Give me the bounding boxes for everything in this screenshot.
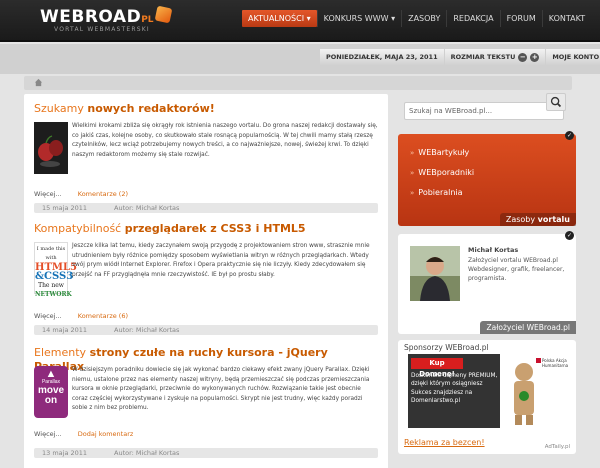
- text-size-decrease-button[interactable]: −: [518, 53, 528, 62]
- double-chevron-icon: »: [410, 189, 415, 197]
- home-icon[interactable]: [34, 78, 43, 87]
- author-name: Michał Kortas: [468, 246, 519, 254]
- thumb-line: I made this with: [36, 246, 66, 261]
- checkmark-icon: ✓: [565, 231, 574, 240]
- sponsors-panel: Sponsorzy WEBroad.pl Kup Domenę! Doskona…: [398, 340, 576, 454]
- resource-link[interactable]: » WEBartykuły: [406, 146, 566, 160]
- text-size-increase-button[interactable]: +: [530, 53, 540, 62]
- thumb-line: &CSS3: [35, 271, 74, 282]
- site-logo[interactable]: WEBROADPL VORTAL WEBMASTERSKI: [40, 5, 172, 33]
- title-highlight: przeglądarek z CSS3 i HTML5: [124, 222, 306, 235]
- comments-link[interactable]: Komentarze (6): [78, 312, 128, 320]
- article-meta-bar: 13 maja 2011 Autor: Michał Kortas: [34, 448, 378, 458]
- article-links: Więcej... Komentarze (6): [34, 312, 142, 320]
- article-meta-bar: 14 maja 2011 Autor: Michał Kortas: [34, 325, 378, 335]
- article-date: 15 maja 2011: [42, 204, 88, 212]
- search-icon[interactable]: [546, 93, 566, 111]
- resource-link[interactable]: » Pobieralnia: [406, 186, 566, 200]
- title-prefix: Elementy: [34, 346, 90, 359]
- my-account-button[interactable]: MOJE KONTO: [546, 49, 600, 66]
- adtaily-credit[interactable]: AdTaily.pl: [545, 444, 570, 450]
- resource-link[interactable]: » WEBporadniki: [406, 166, 566, 180]
- article-excerpt: Jeszcze kilka lat temu, kiedy zaczynałem…: [72, 243, 370, 278]
- title-highlight: nowych redaktorów!: [87, 102, 215, 115]
- logo-tagline: VORTAL WEBMASTERSKI: [54, 26, 150, 33]
- article-thumbnail[interactable]: I made this with HTML5 &CSS3 The new NET…: [34, 242, 77, 298]
- article-meta-bar: 15 maja 2011 Autor: Michał Kortas: [34, 203, 378, 213]
- advertise-link[interactable]: Reklama za bezcen!: [404, 438, 485, 447]
- up-arrow-icon: ▲: [45, 368, 57, 380]
- ad-headline: Kup Domenę!: [411, 358, 463, 378]
- read-more-link[interactable]: Więcej...: [34, 430, 62, 438]
- text-size-control: ROZMIAR TEKSTU − +: [444, 49, 546, 66]
- article-excerpt: Wielkimi krokami zbliża się okrągły rok …: [72, 123, 378, 158]
- comments-link[interactable]: Komentarze (2): [78, 190, 128, 198]
- checkmark-icon: ✓: [565, 131, 574, 140]
- tab-bold: vortalu: [537, 215, 570, 224]
- read-more-link[interactable]: Więcej...: [34, 312, 62, 320]
- title-prefix: Kompatybilność: [34, 222, 125, 235]
- sub-toolbar: PONIEDZIAŁEK, MAJA 23, 2011 ROZMIAR TEKS…: [0, 44, 600, 74]
- nav-konkurs[interactable]: KONKURS WWW ▾: [316, 10, 401, 27]
- article-links: Więcej... Komentarze (2): [34, 190, 142, 198]
- author-tab-label: Założyciel WEBroad.pl: [480, 321, 576, 334]
- site-header: WEBROADPL VORTAL WEBMASTERSKI AKTUALNOŚC…: [0, 0, 600, 42]
- breadcrumb: [24, 76, 572, 90]
- article-author[interactable]: Autor: Michał Kortas: [114, 449, 179, 457]
- article-links: Więcej... Dodaj komentarz: [34, 430, 147, 438]
- logo-cube-icon: [154, 5, 172, 24]
- main-content: Szukamy nowych redaktorów! Wielkimi krok…: [24, 94, 388, 468]
- nav-forum[interactable]: FORUM: [499, 10, 542, 27]
- double-chevron-icon: »: [410, 149, 415, 157]
- article-post: Elementy strony czułe na ruchy kursora -…: [34, 346, 378, 468]
- nav-aktualnosci[interactable]: AKTUALNOŚCI ▾: [242, 10, 317, 27]
- resource-link-label: WEBporadniki: [418, 168, 475, 177]
- article-author[interactable]: Autor: Michał Kortas: [114, 326, 179, 334]
- thumb-line: NETWORK: [35, 291, 72, 298]
- article-post: Szukamy nowych redaktorów! Wielkimi krok…: [34, 102, 378, 216]
- comments-link[interactable]: Dodaj komentarz: [78, 430, 134, 438]
- title-prefix: Szukamy: [34, 102, 88, 115]
- article-excerpt: W dzisiejszym poradniku dowiecie się jak…: [72, 367, 370, 412]
- thumb-line: on: [44, 395, 58, 406]
- article-title[interactable]: Kompatybilność przeglądarek z CSS3 i HTM…: [34, 222, 378, 236]
- article-author[interactable]: Autor: Michał Kortas: [114, 204, 179, 212]
- article-date: 13 maja 2011: [42, 449, 88, 457]
- article-post: Kompatybilność przeglądarek z CSS3 i HTM…: [34, 222, 378, 338]
- author-description: Założyciel vortalu WEBroad.pl Webdesigne…: [468, 257, 565, 282]
- author-panel: ✓ Michał Kortas Założyciel vortalu WEBro…: [398, 231, 576, 334]
- sponsors-title: Sponsorzy WEBroad.pl: [404, 343, 489, 352]
- logo-text: WEBROAD: [40, 7, 142, 27]
- nav-redakcja[interactable]: REDAKCJA: [446, 10, 499, 27]
- logo-suffix: PL: [141, 15, 154, 25]
- date-display: PONIEDZIAŁEK, MAJA 23, 2011: [320, 49, 444, 66]
- resources-panel: ✓ » WEBartykuły » WEBporadniki » Pobieralni…: [398, 131, 576, 226]
- ad-text: Doskonałe domeny PREMIUM, dzięki którym …: [411, 373, 498, 405]
- nav-zasoby[interactable]: ZASOBY: [401, 10, 446, 27]
- double-chevron-icon: »: [410, 169, 415, 177]
- main-nav: AKTUALNOŚCI ▾ KONKURS WWW ▾ ZASOBY REDAK…: [242, 10, 591, 27]
- thumb-line: The new: [38, 282, 64, 289]
- ad-banner[interactable]: Kup Domenę! Doskonałe domeny PREMIUM, dz…: [408, 354, 500, 428]
- article-thumbnail[interactable]: [34, 122, 68, 174]
- nav-kontakt[interactable]: KONTAKT: [541, 10, 591, 27]
- article-thumbnail[interactable]: ▲ Parallax move on: [34, 366, 68, 418]
- resource-link-label: WEBartykuły: [418, 148, 470, 157]
- author-avatar[interactable]: [410, 246, 460, 301]
- search-input[interactable]: Szukaj na WEBroad.pl...: [404, 102, 564, 120]
- ad-badge: Polska Akcja Humanitarna: [542, 358, 569, 368]
- article-date: 14 maja 2011: [42, 326, 88, 334]
- tab-prefix: Zasoby: [505, 215, 536, 224]
- resource-link-label: Pobieralnia: [418, 188, 463, 197]
- resources-tab-label: Zasoby vortalu: [499, 213, 576, 226]
- read-more-link[interactable]: Więcej...: [34, 190, 62, 198]
- text-size-label: ROZMIAR TEKSTU: [450, 53, 516, 61]
- article-title[interactable]: Szukamy nowych redaktorów!: [34, 102, 378, 116]
